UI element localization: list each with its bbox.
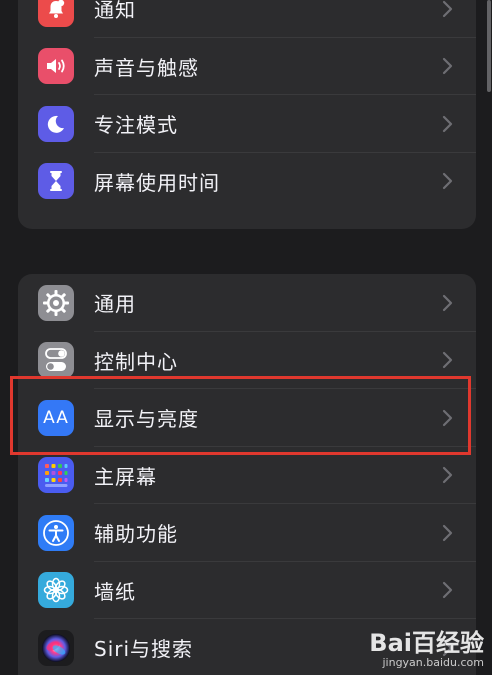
chevron-right-icon	[442, 0, 453, 17]
chevron-right-icon	[442, 639, 453, 656]
accessibility-icon	[38, 514, 74, 551]
settings-row-screen-time[interactable]: 屏幕使用时间	[18, 153, 476, 211]
settings-row-sounds[interactable]: 声音与触感	[18, 38, 476, 95]
bell-icon	[38, 0, 74, 27]
settings-screen: 通知 声音与触感 专注模式 屏幕使用时间 通用 控制中心 AA 显示与亮度 主屏…	[0, 0, 492, 675]
settings-row-accessibility[interactable]: 辅助功能	[18, 504, 476, 562]
settings-row-label: 主屏幕	[94, 464, 157, 489]
settings-row-label: 屏幕使用时间	[94, 170, 220, 195]
scrollbar[interactable]	[487, 0, 491, 92]
text-size-icon: AA	[38, 399, 74, 436]
settings-row-notifications[interactable]: 通知	[18, 0, 476, 38]
settings-row-general[interactable]: 通用	[18, 274, 476, 332]
settings-row-label: 声音与触感	[94, 55, 199, 80]
settings-row-focus[interactable]: 专注模式	[18, 95, 476, 153]
settings-row-label: 墙纸	[94, 579, 136, 604]
siri-icon	[38, 629, 74, 666]
settings-row-label: Siri与搜索	[94, 637, 194, 662]
settings-group-1: 通知 声音与触感 专注模式 屏幕使用时间	[18, 0, 476, 229]
settings-row-label: 通用	[94, 292, 136, 317]
settings-row-control-center[interactable]: 控制中心	[18, 332, 476, 389]
gear-icon	[38, 284, 74, 321]
chevron-right-icon	[442, 524, 453, 541]
moon-icon	[38, 105, 74, 142]
chevron-right-icon	[442, 173, 453, 190]
home-grid-icon	[38, 457, 74, 494]
settings-row-display-brightness[interactable]: AA 显示与亮度	[18, 389, 476, 447]
chevron-right-icon	[442, 58, 453, 75]
chevron-right-icon	[442, 582, 453, 599]
settings-group-2: 通用 控制中心 AA 显示与亮度 主屏幕 辅助功能 墙纸 Siri与搜索	[18, 274, 476, 675]
settings-row-label: 显示与亮度	[94, 407, 199, 432]
toggle-icon	[38, 342, 74, 379]
chevron-right-icon	[442, 409, 453, 426]
settings-row-home-screen[interactable]: 主屏幕	[18, 447, 476, 504]
speaker-icon	[38, 48, 74, 85]
settings-row-label: 专注模式	[94, 113, 178, 138]
settings-row-label: 通知	[94, 0, 136, 23]
chevron-right-icon	[442, 294, 453, 311]
hourglass-icon	[38, 163, 74, 200]
text-size-glyph: AA	[43, 407, 69, 428]
chevron-right-icon	[442, 115, 453, 132]
chevron-right-icon	[442, 352, 453, 369]
chevron-right-icon	[442, 467, 453, 484]
settings-row-label: 控制中心	[94, 349, 178, 374]
flower-icon	[38, 572, 74, 609]
settings-row-siri-search[interactable]: Siri与搜索	[18, 619, 476, 675]
settings-row-label: 辅助功能	[94, 522, 178, 547]
settings-row-wallpaper[interactable]: 墙纸	[18, 562, 476, 619]
